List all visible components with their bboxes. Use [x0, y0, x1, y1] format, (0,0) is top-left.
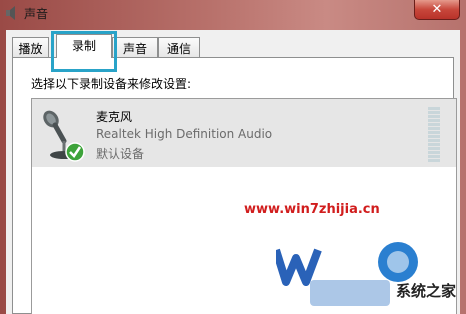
- instruction-text: 选择以下录制设备来修改设置:: [31, 77, 192, 91]
- active-tab-highlight: [51, 31, 117, 72]
- tab-playback[interactable]: 播放: [12, 37, 49, 57]
- tab-label: 播放: [18, 42, 43, 56]
- device-name: 麦克风: [96, 110, 133, 124]
- watermark-site-name: 系统之家: [396, 282, 457, 300]
- device-description: Realtek High Definition Audio: [96, 127, 273, 141]
- watermark-url: www.win7zhijia.cn: [244, 202, 380, 217]
- tab-sounds[interactable]: 声音: [112, 37, 158, 57]
- speaker-icon: [6, 6, 15, 20]
- input-level-meter: [428, 107, 440, 163]
- close-button[interactable]: ✕: [414, 0, 460, 20]
- window-title: 声音: [24, 7, 49, 21]
- list-item[interactable]: 麦克风 Realtek High Definition Audio 默认设备: [32, 99, 456, 167]
- close-icon: ✕: [431, 2, 443, 17]
- tab-communications[interactable]: 通信: [158, 37, 200, 57]
- sound-dialog: 声音 ✕ 播放 录制 声音 通信 选择以下录制设备来修改设置: 麦克风 Real…: [0, 0, 466, 314]
- default-check-icon: [65, 142, 85, 162]
- microphone-icon: [43, 110, 85, 162]
- title-bar[interactable]: 声音 ✕: [0, 0, 466, 26]
- tab-label: 声音: [122, 42, 147, 56]
- tab-label: 通信: [166, 42, 191, 56]
- device-status: 默认设备: [96, 147, 145, 161]
